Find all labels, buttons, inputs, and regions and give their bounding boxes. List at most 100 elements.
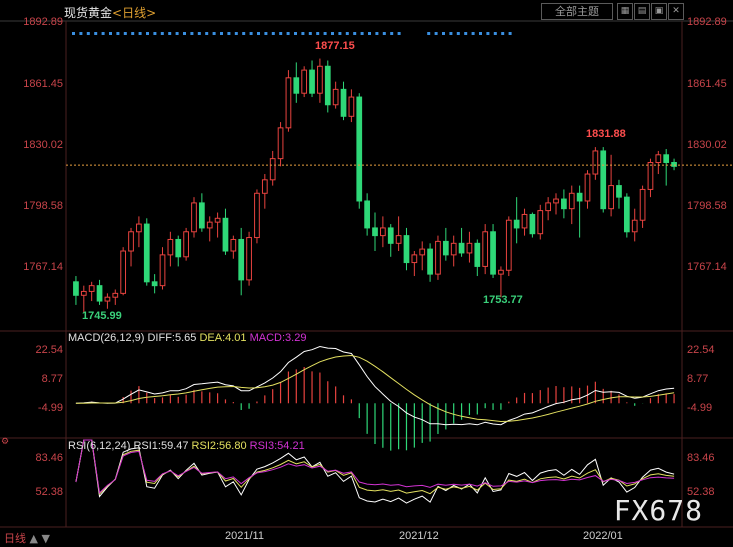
candle-body (230, 238, 237, 252)
candle-body (458, 242, 465, 254)
signal-dot (286, 32, 290, 35)
y-tick-right: 1767.14 (687, 261, 727, 273)
macd-tick-left: 22.54 (35, 344, 63, 356)
macd-value: MACD:3.29 (249, 332, 307, 344)
signal-dot (434, 32, 438, 35)
macd-tick-right: 8.77 (687, 373, 709, 385)
signal-dot (249, 32, 253, 35)
candle-body (301, 69, 308, 94)
candle-body (450, 242, 457, 256)
signal-dot (449, 32, 453, 35)
signal-dot (220, 32, 223, 35)
candle-body (498, 269, 504, 275)
signal-dot (168, 32, 172, 35)
candle-body (269, 158, 276, 181)
signal-dot (442, 32, 445, 35)
signal-dot (390, 32, 394, 35)
candle-body (246, 237, 252, 281)
candle-body (655, 154, 662, 163)
signal-dot (397, 32, 401, 35)
candle-body (584, 173, 591, 202)
y-tick-left: 1830.02 (23, 139, 63, 151)
candle-body (112, 292, 119, 298)
candle-body (175, 238, 182, 258)
y-tick-right: 1798.58 (687, 200, 727, 212)
y-tick-left: 1892.89 (23, 16, 63, 28)
macd-dea: DEA:4.01 (199, 332, 247, 344)
candle-body (88, 285, 95, 292)
candle-body (521, 213, 528, 229)
candle-body (356, 96, 363, 202)
signal-dot (338, 32, 342, 35)
signal-dot (227, 32, 231, 35)
annotation-recent-high: 1831.88 (586, 128, 626, 140)
candle-body (427, 248, 433, 275)
y-tick-right: 1861.45 (687, 78, 727, 90)
signal-dot (479, 32, 482, 35)
candle-body (639, 188, 646, 221)
signal-dot (471, 32, 475, 35)
signal-dot (205, 32, 209, 35)
signal-dot (271, 32, 275, 35)
chart-canvas[interactable] (0, 0, 733, 547)
macd-legend: MACD(26,12,9) DIFF:5.65 DEA:4.01 MACD:3.… (68, 332, 306, 344)
candle-body (198, 202, 205, 229)
candle-body (285, 77, 292, 129)
candle-body (505, 219, 512, 271)
candle-body (214, 217, 221, 223)
candle-body (159, 254, 166, 287)
signal-dot (183, 32, 186, 35)
y-tick-right: 1830.02 (687, 139, 727, 151)
rsi-tick-left: 83.46 (35, 452, 63, 464)
candle-body (380, 227, 386, 237)
candle-body (104, 296, 111, 302)
candle-body (340, 88, 347, 117)
candle-body (128, 231, 134, 252)
candle-body (568, 192, 575, 210)
macd-tick-right: -4.99 (687, 402, 713, 414)
candle-body (671, 161, 677, 167)
macd-label: MACD(26,12,9) (68, 332, 145, 344)
candle-body (238, 238, 245, 281)
candle-body (576, 192, 583, 202)
candle-body (80, 290, 87, 296)
candle-body (254, 192, 260, 239)
rsi-label: RSI(6,12,24) (68, 440, 131, 452)
candle-body (120, 250, 127, 294)
bottom-timeframe-tab[interactable]: 日线 ▲ ▼ (4, 530, 50, 546)
signal-dot (294, 32, 297, 35)
signal-dot (146, 32, 149, 35)
candle-body (411, 254, 418, 264)
candle-body (183, 231, 189, 258)
candle-body (490, 231, 496, 275)
candle-body (616, 185, 622, 198)
candle-body (372, 227, 378, 237)
candle-body (332, 88, 339, 106)
candle-body (309, 69, 315, 94)
x-tick-label: 2022/01 (583, 530, 623, 542)
rsi1-value: RSI1:59.47 (133, 440, 189, 452)
signal-dot (279, 32, 283, 35)
signal-dot (86, 32, 90, 35)
signal-dot (131, 32, 135, 35)
candle-body (395, 235, 402, 244)
candle-body (96, 285, 103, 302)
signal-dot (464, 32, 468, 35)
signal-dot (301, 32, 305, 35)
candle-body (364, 200, 370, 229)
signal-dot (123, 32, 127, 35)
candle-body (631, 219, 638, 233)
signal-dot (493, 32, 497, 35)
rsi-tick-left: 52.38 (35, 486, 63, 498)
settings-gear-icon[interactable]: ⚙ (1, 438, 9, 447)
candle-body (474, 242, 481, 267)
signal-dot (138, 32, 142, 35)
candle-body (466, 242, 473, 254)
macd-tick-left: -4.99 (37, 402, 63, 414)
rsi2-value: RSI2:56.80 (191, 440, 247, 452)
candle-body (663, 154, 670, 163)
signal-dot (360, 32, 364, 35)
signal-dot (345, 32, 349, 35)
signal-dot (501, 32, 505, 35)
candle-body (206, 221, 213, 229)
